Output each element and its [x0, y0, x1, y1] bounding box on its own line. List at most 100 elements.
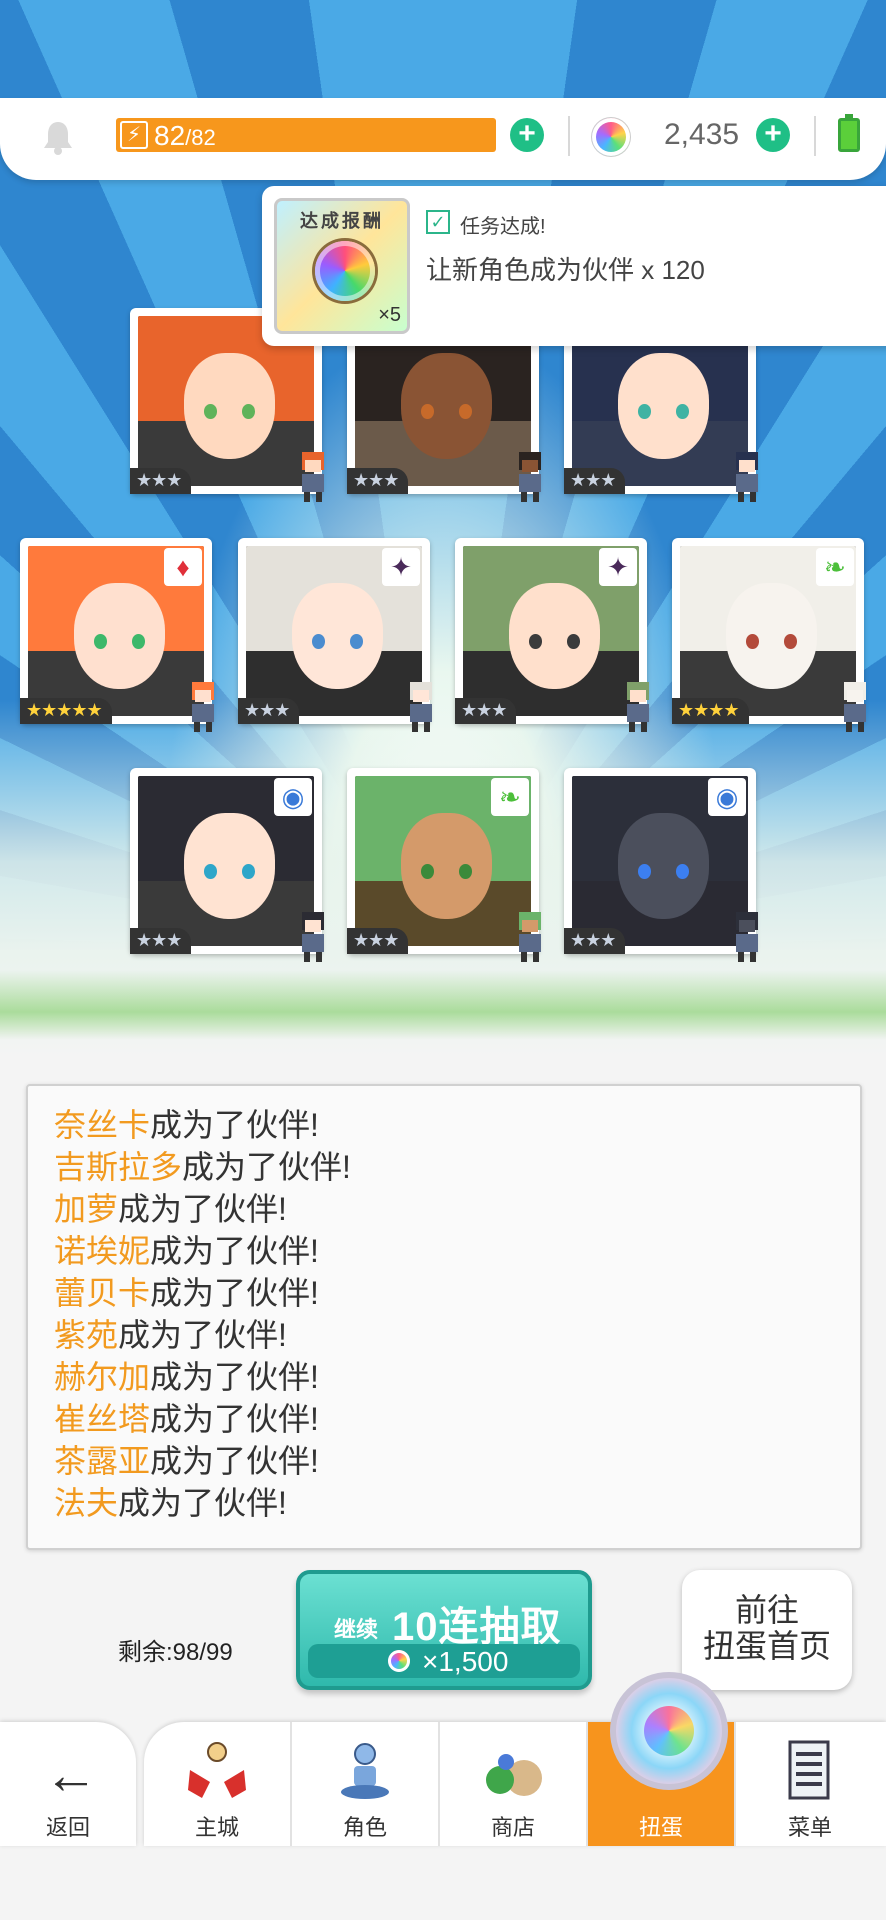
character-name: 吉斯拉多 — [54, 1149, 183, 1185]
portrait-face — [400, 813, 493, 919]
character-name: 紫苑 — [54, 1317, 119, 1353]
reward-quantity: ×5 — [378, 304, 401, 326]
nav-item-character[interactable]: 角色 — [292, 1722, 440, 1846]
nav-label: 主城 — [194, 1815, 239, 1840]
log-line: 蕾贝卡成为了伙伴! — [54, 1272, 860, 1314]
add-gem-button[interactable]: + — [756, 118, 790, 152]
log-line: 法夫成为了伙伴! — [54, 1482, 860, 1524]
battery-icon — [838, 114, 860, 152]
character-card[interactable]: ★★★ ✦ — [455, 538, 649, 732]
log-line: 崔丝塔成为了伙伴! — [54, 1398, 860, 1440]
character-card[interactable]: ★★★ ✦ — [238, 538, 432, 732]
nav-label: 扭蛋 — [638, 1815, 683, 1840]
log-line: 奈丝卡成为了伙伴! — [54, 1104, 860, 1146]
pixel-sprite-icon — [302, 912, 324, 962]
character-name: 蕾贝卡 — [54, 1275, 151, 1311]
portrait-face — [508, 583, 601, 689]
log-suffix: 成为了伙伴! — [118, 1191, 287, 1227]
character-name: 奈丝卡 — [54, 1107, 151, 1143]
home-line1: 前往 — [734, 1592, 799, 1628]
pull-cost-bar: ×1,500 — [308, 1644, 580, 1678]
element-wind-icon: ❧ — [816, 548, 854, 586]
rainbow-orb-icon — [315, 241, 375, 301]
character-card[interactable]: ★★★ ◉ — [564, 768, 758, 962]
back-label: 返回 — [45, 1815, 90, 1840]
log-suffix: 成为了伙伴! — [118, 1485, 287, 1521]
character-card[interactable]: ★★★ ❧ — [347, 768, 541, 962]
bell-icon[interactable] — [42, 120, 74, 156]
rarity-stars: ★★★ — [347, 468, 409, 494]
character-name: 崔丝塔 — [54, 1401, 151, 1437]
rarity-stars: ★★★★★ — [20, 698, 112, 724]
pull-cost: ×1,500 — [422, 1646, 509, 1677]
character-card[interactable]: ★★★ ◉ — [130, 768, 324, 962]
portrait-eye — [350, 633, 364, 649]
log-line: 紫苑成为了伙伴! — [54, 1314, 860, 1356]
rarity-stars: ★★★ — [238, 698, 300, 724]
character-card[interactable]: ★★★★★ ♦ — [20, 538, 214, 732]
nav-item-castle[interactable]: 主城 — [144, 1722, 292, 1846]
pixel-sprite-icon — [519, 912, 541, 962]
stamina-text: 82/82 — [154, 120, 216, 151]
nav-item-menu[interactable]: 菜单 — [736, 1722, 884, 1846]
pixel-sprite-icon — [519, 452, 541, 502]
portrait-eye — [528, 633, 542, 649]
element-fire-icon: ♦ — [164, 548, 202, 586]
portrait-eye — [242, 403, 256, 419]
pixel-sprite-icon — [192, 682, 214, 732]
portrait-eye — [242, 863, 256, 879]
bottom-strip — [0, 1846, 886, 1920]
portrait-eye — [459, 403, 473, 419]
gem-icon — [592, 118, 630, 156]
remaining-count: 剩余:98/99 — [118, 1639, 233, 1666]
log-suffix: 成为了伙伴! — [182, 1149, 351, 1185]
log-line: 加萝成为了伙伴! — [54, 1188, 860, 1230]
portrait-face — [73, 583, 166, 689]
portrait-eye — [203, 403, 217, 419]
portrait-face — [617, 813, 710, 919]
add-stamina-button[interactable]: + — [510, 118, 544, 152]
log-line: 吉斯拉多成为了伙伴! — [54, 1146, 860, 1188]
pull-10-button[interactable]: 继续 10连抽取 ×1,500 — [296, 1570, 592, 1690]
bolt-icon: ⚡ — [120, 121, 148, 149]
rarity-stars: ★★★ — [130, 928, 192, 954]
back-button[interactable]: ← 返回 — [0, 1722, 136, 1846]
menu-icon — [788, 1740, 830, 1800]
element-wind-icon: ❧ — [491, 778, 529, 816]
pixel-sprite-icon — [736, 912, 758, 962]
rarity-stars: ★★★ — [564, 468, 626, 494]
result-log[interactable]: 奈丝卡成为了伙伴! 吉斯拉多成为了伙伴! 加萝成为了伙伴! 诺埃妮成为了伙伴! 蕾贝卡成… — [26, 1084, 862, 1550]
stage-grass — [0, 970, 886, 1040]
portrait-eye — [420, 863, 434, 879]
home-line2: 扭蛋首页 — [702, 1628, 831, 1664]
nav-label: 角色 — [342, 1815, 387, 1840]
checkbox-icon: ✓ — [426, 210, 450, 234]
gem-icon — [388, 1650, 410, 1672]
portrait-eye — [637, 403, 651, 419]
back-arrow-icon: ← — [44, 1745, 98, 1805]
log-suffix: 成为了伙伴! — [150, 1359, 319, 1395]
rarity-stars: ★★★ — [130, 468, 192, 494]
character-name: 诺埃妮 — [54, 1233, 151, 1269]
element-water-icon: ◉ — [274, 778, 312, 816]
rarity-stars: ★★★★ — [672, 698, 749, 724]
character-card[interactable]: ★★★★ ❧ — [672, 538, 866, 732]
nav-item-shop[interactable]: 商店 — [440, 1722, 588, 1846]
character-name: 茶露亚 — [54, 1443, 151, 1479]
portrait-eye — [676, 863, 690, 879]
rarity-stars: ★★★ — [564, 928, 626, 954]
element-dark-icon: ✦ — [599, 548, 637, 586]
portrait-face — [400, 353, 493, 459]
element-water-icon: ◉ — [708, 778, 746, 816]
portrait-eye — [420, 403, 434, 419]
log-line: 赫尔加成为了伙伴! — [54, 1356, 860, 1398]
log-suffix: 成为了伙伴! — [150, 1401, 319, 1437]
gacha-home-button[interactable]: 前往 扭蛋首页 — [682, 1570, 852, 1690]
achievement-popup[interactable]: 达成报酬 ×5 ✓ 任务达成! 让新角色成为伙伴 x 120 — [262, 186, 886, 346]
pixel-sprite-icon — [736, 452, 758, 502]
log-line: 茶露亚成为了伙伴! — [54, 1440, 860, 1482]
status-bar: ⚡ 82/82 + 2,435 + — [0, 98, 886, 180]
castle-icon — [188, 1742, 246, 1798]
portrait-face — [183, 813, 276, 919]
portrait-face — [183, 353, 276, 459]
